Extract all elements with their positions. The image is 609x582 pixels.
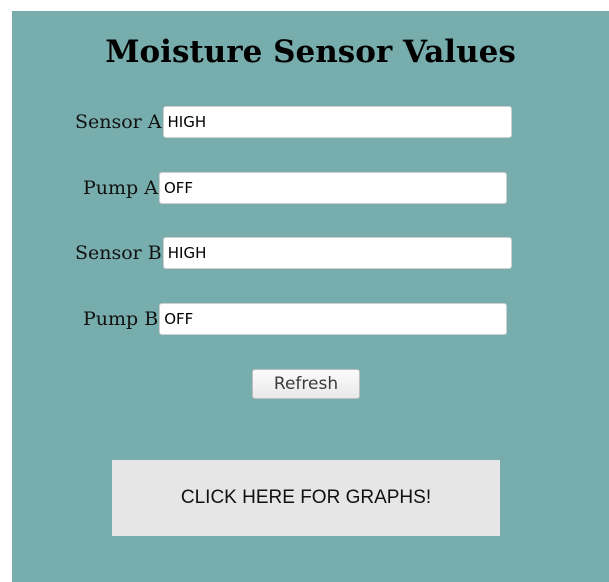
pump-a-label: Pump A	[83, 177, 158, 199]
sensor-b-row: Sensor B	[75, 237, 512, 269]
sensor-a-label: Sensor A	[75, 111, 162, 133]
pump-b-label: Pump B	[83, 308, 159, 330]
sensor-a-field[interactable]	[162, 106, 512, 138]
sensor-a-row: Sensor A	[75, 106, 512, 138]
pump-b-field[interactable]	[159, 303, 508, 335]
refresh-button[interactable]: Refresh	[252, 369, 360, 399]
pump-a-field[interactable]	[158, 172, 507, 204]
graphs-button[interactable]: CLICK HERE FOR GRAPHS!	[112, 460, 500, 536]
pump-b-row: Pump B	[83, 303, 508, 335]
pump-a-row: Pump A	[83, 172, 507, 204]
sensor-b-label: Sensor B	[75, 242, 162, 264]
sensor-b-field[interactable]	[162, 237, 512, 269]
page-title: Moisture Sensor Values	[105, 34, 516, 70]
sensor-panel: Moisture Sensor Values Sensor A Pump A S…	[12, 11, 609, 582]
